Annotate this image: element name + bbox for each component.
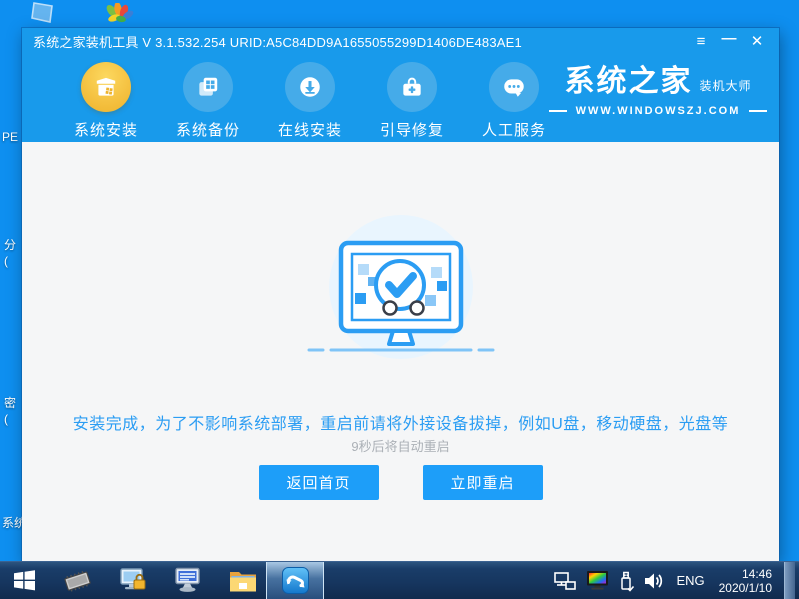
boot-repair-toolbox-icon bbox=[387, 62, 437, 112]
brand-website: WWW.WINDOWSZJ.COM bbox=[575, 105, 741, 117]
window-title: 系统之家装机工具 V 3.1.532.254 URID:A5C84DD9A165… bbox=[33, 35, 522, 50]
close-icon: ✕ bbox=[750, 33, 764, 50]
volume-tray-icon[interactable] bbox=[643, 571, 665, 591]
action-buttons: 返回首页 立即重启 bbox=[22, 465, 779, 500]
monitor-checkmark-icon bbox=[307, 215, 494, 359]
taskbar-clock[interactable]: 14:46 2020/1/10 bbox=[716, 567, 775, 595]
windows-logo-icon bbox=[13, 570, 35, 591]
memory-chip-icon bbox=[64, 570, 91, 592]
desktop-icon-label-fragment: ( bbox=[4, 254, 8, 268]
nav-item-system-backup[interactable]: 系统备份 bbox=[157, 55, 259, 142]
window-controls: ≡ — ✕ bbox=[687, 30, 771, 54]
desktop-monitor-icon[interactable] bbox=[30, 2, 58, 29]
clock-time: 14:46 bbox=[741, 566, 772, 581]
close-button[interactable]: ✕ bbox=[743, 30, 771, 54]
title-bar: 系统之家装机工具 V 3.1.532.254 URID:A5C84DD9A165… bbox=[22, 28, 779, 55]
minimize-icon: — bbox=[721, 30, 737, 47]
online-download-icon bbox=[285, 62, 335, 112]
brand-underline-dash bbox=[549, 110, 567, 112]
brand-tagline: 装机大师 bbox=[699, 79, 752, 93]
taskbar-app-memory-tool[interactable] bbox=[55, 562, 101, 599]
restart-now-button[interactable]: 立即重启 bbox=[422, 465, 543, 500]
nav-item-label: 引导修复 bbox=[379, 122, 444, 139]
nav-item-system-install[interactable]: 系统安装 bbox=[55, 55, 157, 142]
system-tray: ENG 14:46 2020/1/10 bbox=[553, 561, 799, 599]
brand-name: 系统之家 bbox=[564, 65, 693, 98]
menu-icon: ≡ bbox=[696, 33, 706, 50]
restart-countdown: 9秒后将自动重启 bbox=[351, 439, 450, 454]
start-button[interactable] bbox=[2, 562, 46, 599]
network-tray-icon[interactable] bbox=[553, 570, 577, 592]
nav-item-online-install[interactable]: 在线安装 bbox=[259, 55, 361, 142]
desktop-icon-label-fragment: 分 bbox=[4, 238, 17, 252]
desktop-icon-label-fragment: ( bbox=[4, 412, 8, 426]
return-home-button[interactable]: 返回首页 bbox=[258, 465, 379, 500]
clock-date: 2020/1/10 bbox=[718, 580, 772, 595]
nav-item-label: 在线安装 bbox=[277, 122, 342, 139]
monitor-keyboard-icon bbox=[175, 567, 200, 592]
nav-item-label: 系统安装 bbox=[73, 122, 138, 139]
desktop: PE 分 ( 密 ( 系统 系统之家装机工具 V 3.1.532.254 URI… bbox=[0, 0, 799, 599]
taskbar-app-installer-active[interactable] bbox=[266, 562, 324, 599]
install-complete-illustration bbox=[301, 215, 501, 370]
usb-device-tray-icon[interactable] bbox=[618, 570, 635, 592]
nav-item-label: 人工服务 bbox=[481, 122, 546, 139]
install-box-icon bbox=[81, 62, 131, 112]
nav-bar: 系统安装 系统备份 在线安装 引导修复 人工服务 系统之家 装机大师 WWW.W… bbox=[22, 55, 779, 142]
taskbar-app-keyboard-tool[interactable] bbox=[165, 562, 211, 599]
taskbar: ENG 14:46 2020/1/10 bbox=[0, 561, 799, 599]
nav-item-label: 系统备份 bbox=[175, 122, 240, 139]
brand-logo: 系统之家 装机大师 WWW.WINDOWSZJ.COM bbox=[549, 67, 767, 117]
desktop-icon-label-fragment: 密 bbox=[4, 396, 17, 410]
monitor-lock-icon bbox=[120, 567, 146, 589]
installer-window: 系统之家装机工具 V 3.1.532.254 URID:A5C84DD9A165… bbox=[22, 28, 779, 561]
support-chat-icon bbox=[489, 62, 539, 112]
language-indicator[interactable]: ENG bbox=[674, 573, 706, 588]
minimize-button[interactable]: — bbox=[715, 30, 743, 54]
main-content: 安装完成，为了不影响系统部署，重启前请将外接设备拔掉，例如U盘，移动硬盘，光盘等… bbox=[22, 142, 779, 561]
taskbar-app-locked-pc[interactable] bbox=[110, 562, 156, 599]
brand-website-row: WWW.WINDOWSZJ.COM bbox=[549, 105, 767, 117]
backup-copy-icon bbox=[183, 62, 233, 112]
show-desktop-button[interactable] bbox=[784, 561, 795, 599]
taskbar-app-file-explorer[interactable] bbox=[220, 562, 266, 599]
display-color-tray-icon[interactable] bbox=[586, 570, 609, 591]
install-complete-message: 安装完成，为了不影响系统部署，重启前请将外接设备拔掉，例如U盘，移动硬盘，光盘等 bbox=[72, 416, 729, 433]
brand-underline-dash bbox=[749, 110, 767, 112]
nav-item-boot-repair[interactable]: 引导修复 bbox=[361, 55, 463, 142]
menu-button[interactable]: ≡ bbox=[687, 30, 715, 54]
folder-icon bbox=[230, 571, 256, 591]
desktop-icon-label-fragment: PE bbox=[2, 130, 19, 144]
installer-app-icon bbox=[281, 567, 309, 594]
